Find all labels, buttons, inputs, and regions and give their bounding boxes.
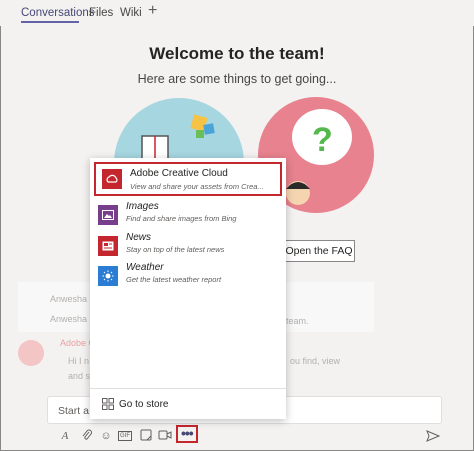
app-item-adobe-creative-cloud[interactable]: Adobe Creative Cloud View and share your… xyxy=(94,162,282,196)
images-icon xyxy=(98,205,118,225)
meet-now-icon[interactable] xyxy=(158,429,172,443)
svg-text:?: ? xyxy=(312,121,333,159)
app-title: News xyxy=(126,232,152,243)
app-title: Adobe Creative Cloud xyxy=(130,168,228,179)
app-description: Stay on top of the latest news xyxy=(126,245,225,254)
messaging-extensions-popup: Adobe Creative Cloud View and share your… xyxy=(90,158,286,419)
tab-conversations[interactable]: Conversations xyxy=(21,7,95,19)
app-item-news[interactable]: News Stay on top of the latest news xyxy=(90,230,286,260)
open-faq-button[interactable]: Open the FAQ xyxy=(283,240,355,262)
welcome-subtitle: Here are some things to get going... xyxy=(137,72,337,86)
go-to-store-label: Go to store xyxy=(119,399,169,410)
gif-icon[interactable]: GIF xyxy=(118,431,132,441)
creative-cloud-icon xyxy=(102,169,122,189)
app-description: View and share your assets from Crea... xyxy=(130,182,264,191)
send-icon[interactable] xyxy=(426,429,441,442)
format-icon[interactable]: A xyxy=(58,429,72,443)
weather-icon xyxy=(98,266,118,286)
add-tab-button[interactable]: + xyxy=(148,3,157,19)
news-icon xyxy=(98,236,118,256)
emoji-icon[interactable]: ☺ xyxy=(99,429,113,443)
tab-wiki[interactable]: Wiki xyxy=(120,7,142,19)
tab-files[interactable]: Files xyxy=(89,7,113,19)
app-title: Weather xyxy=(126,262,164,273)
faded-line-1: Hi I n xyxy=(68,356,90,366)
tab-bar: Conversations Files Wiki + xyxy=(0,0,474,26)
divider xyxy=(90,388,286,389)
sticker-icon[interactable] xyxy=(139,429,153,443)
faded-line-2: and s xyxy=(68,371,91,381)
avatar xyxy=(18,340,44,366)
app-description: Get the latest weather report xyxy=(126,275,222,284)
faded-text-tail-1: team. xyxy=(286,316,309,326)
attach-icon[interactable] xyxy=(80,429,94,443)
app-title: Images xyxy=(126,201,159,212)
app-description: Find and share images from Bing xyxy=(126,214,237,223)
store-icon xyxy=(102,398,114,410)
ellipsis-icon: ••• xyxy=(181,425,194,441)
more-options-button[interactable]: ••• xyxy=(176,425,198,443)
app-item-weather[interactable]: Weather Get the latest weather report xyxy=(90,260,286,290)
welcome-title: Welcome to the team! xyxy=(149,44,325,63)
app-item-images[interactable]: Images Find and share images from Bing xyxy=(90,199,286,229)
active-tab-indicator xyxy=(21,21,79,23)
faded-text-tail-2: ou find, view xyxy=(290,356,341,366)
